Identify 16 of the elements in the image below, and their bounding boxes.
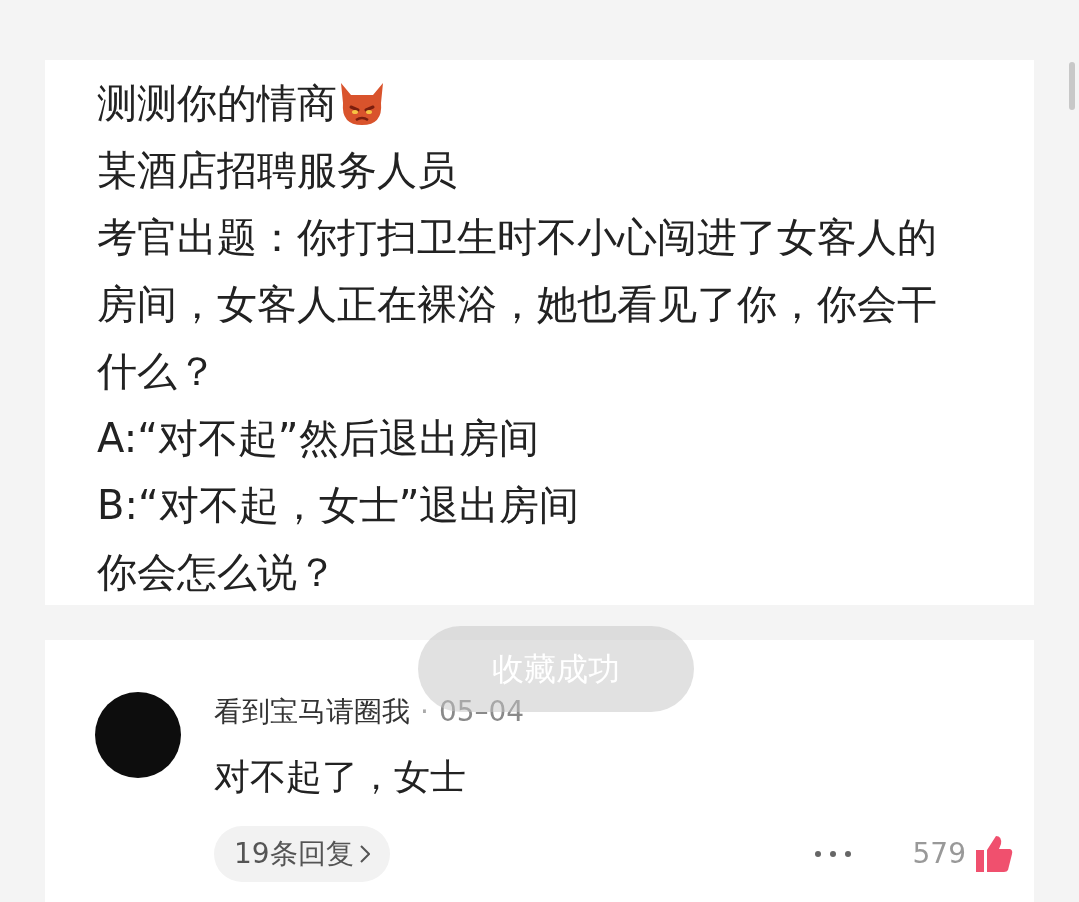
comment-text: 对不起了，女士	[214, 755, 467, 799]
post-text: 某酒店招聘服务人员	[97, 146, 458, 195]
post-text: B:“对不起，女士”退出房间	[97, 481, 581, 530]
post-text: 考官出题：你打扫卫生时不小心闯进了女客人的房间，女客人正在裸浴，她也看见了你，你会干什么？	[97, 213, 938, 396]
post-text: 你会怎么说？	[97, 548, 338, 597]
more-icon[interactable]	[812, 849, 853, 859]
scrollbar[interactable]	[1069, 62, 1075, 110]
thumbs-up-icon[interactable]	[974, 834, 1014, 874]
separator: ·	[420, 694, 429, 730]
like-count: 579	[912, 836, 966, 872]
chevron-right-icon	[359, 845, 370, 863]
username[interactable]: 看到宝马请圈我	[214, 691, 410, 733]
comment-date: 05–04	[438, 694, 525, 730]
post-title: 测测你的情商	[97, 79, 337, 128]
replies-button[interactable]: 19条回复	[214, 826, 390, 882]
post-text: A:“对不起”然后退出房间	[97, 414, 540, 463]
